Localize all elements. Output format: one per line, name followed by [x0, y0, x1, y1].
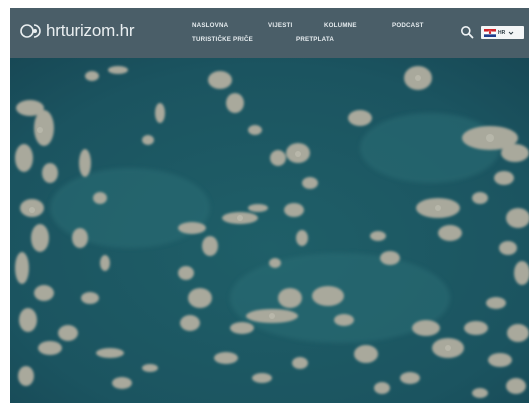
nav-item-podcast[interactable]: PODCAST — [392, 22, 442, 35]
nav-item-pretplata[interactable]: PRETPLATA — [296, 36, 334, 49]
chevron-down-icon — [508, 31, 514, 35]
nav-item-naslovna[interactable]: NASLOVNA — [192, 22, 268, 35]
hero-aerial-image — [10, 58, 529, 403]
browser-viewport: hrturizom.hr NASLOVNA VIJESTI KOLUMNE PO… — [10, 8, 529, 403]
nav-item-turisticke-price[interactable]: TURISTIČKE PRIČE — [192, 36, 296, 49]
site-logo[interactable]: hrturizom.hr — [20, 21, 134, 41]
croatia-flag-icon — [484, 28, 496, 37]
logo-text: hrturizom.hr — [46, 21, 135, 40]
logo-icon — [20, 24, 41, 38]
search-button[interactable] — [460, 25, 474, 39]
nav-item-kolumne[interactable]: KOLUMNE — [324, 22, 392, 35]
site-header: hrturizom.hr NASLOVNA VIJESTI KOLUMNE PO… — [10, 8, 529, 58]
nav-item-vijesti[interactable]: VIJESTI — [268, 22, 324, 35]
search-icon — [461, 26, 474, 39]
language-code: HR — [498, 29, 506, 36]
language-selector[interactable]: HR — [481, 26, 524, 39]
main-nav: NASLOVNA VIJESTI KOLUMNE PODCAST TURISTI… — [192, 22, 452, 50]
